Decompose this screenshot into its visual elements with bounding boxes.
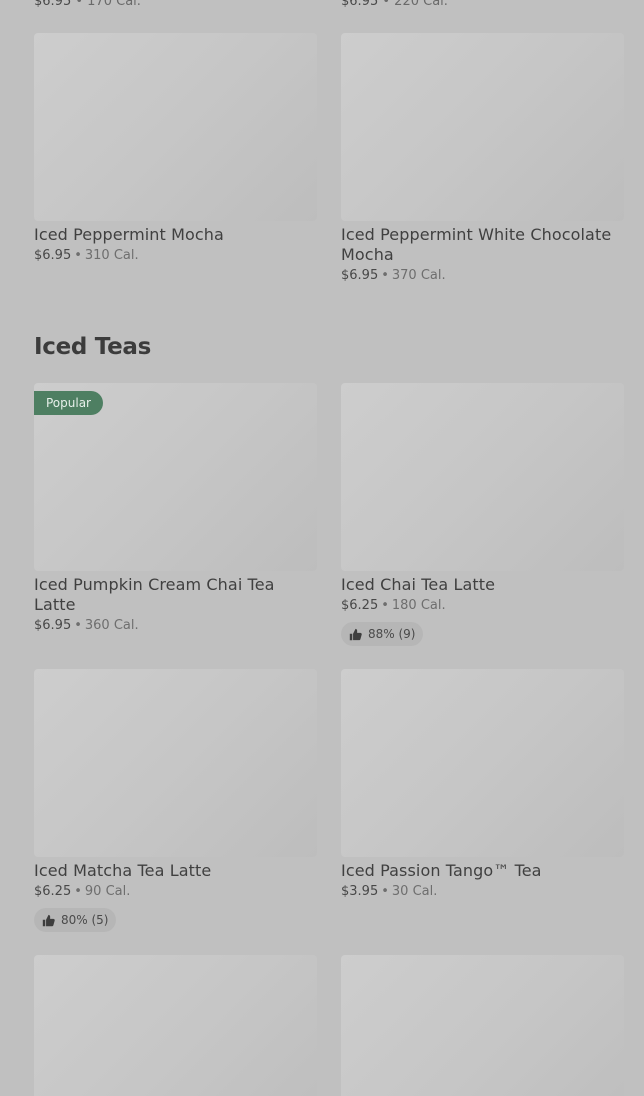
menu-item-meta: $6.95 • 360 Cal. <box>34 617 317 634</box>
item-image[interactable] <box>34 955 317 1096</box>
item-image[interactable] <box>34 669 317 857</box>
item-price: $6.95 <box>34 248 72 263</box>
meta-separator: • <box>381 884 389 899</box>
menu-item-meta: $6.25 • 180 Cal. <box>341 597 624 614</box>
menu-item-meta: $6.95 • 310 Cal. <box>34 247 317 264</box>
menu-item-meta: $3.95 • 30 Cal. <box>341 883 624 900</box>
item-price: $6.25 <box>341 598 379 613</box>
meta-separator: • <box>382 0 391 9</box>
rating-pill: 88% (9) <box>341 622 424 646</box>
meta-separator: • <box>381 598 389 613</box>
item-image[interactable] <box>34 33 317 221</box>
item-calories: 30 Cal. <box>391 884 438 899</box>
meta-separator: • <box>381 268 389 283</box>
item-name[interactable]: Iced Pumpkin Cream Chai Tea Latte <box>34 575 317 615</box>
item-calories: 90 Cal. <box>84 884 131 899</box>
item-name[interactable]: Iced Chai Tea Latte <box>341 575 624 595</box>
menu-page: $6.95 • 170 Cal. $6.95 • 220 Cal. Iced P… <box>0 0 644 1096</box>
item-name[interactable]: Iced Matcha Tea Latte <box>34 861 317 881</box>
item-price: $6.95 <box>341 268 379 283</box>
item-image[interactable] <box>341 383 624 571</box>
item-name[interactable]: Iced Peppermint Mocha <box>34 225 317 245</box>
item-calories: 180 Cal. <box>391 598 446 613</box>
menu-item-meta: $6.95 • 220 Cal. <box>341 0 448 9</box>
menu-item-card[interactable]: Popular Iced Pumpkin Cream Chai Tea Latt… <box>34 383 317 634</box>
menu-item-meta: $6.95 • 170 Cal. <box>34 0 141 9</box>
meta-separator: • <box>74 248 82 263</box>
menu-item-card[interactable]: Iced Chai Tea Latte $6.25 • 180 Cal. 88% (… <box>341 383 624 646</box>
menu-item-card[interactable] <box>341 955 624 1096</box>
item-price: $6.95 <box>34 618 72 633</box>
menu-item-card[interactable]: Iced Peppermint Mocha $6.95 • 310 Cal. <box>34 33 317 264</box>
item-price: $6.95 <box>341 0 379 9</box>
menu-item-meta: $6.25 • 90 Cal. <box>34 883 317 900</box>
item-name[interactable]: Iced Peppermint White Chocolate Mocha <box>341 225 624 265</box>
rating-pill: 80% (5) <box>34 908 117 932</box>
item-calories: 360 Cal. <box>84 618 139 633</box>
rating-text: 80% (5) <box>61 913 109 927</box>
meta-separator: • <box>75 0 84 9</box>
item-name[interactable]: Iced Passion Tango™ Tea <box>341 861 624 881</box>
item-image[interactable] <box>341 33 624 221</box>
thumbs-up-icon <box>42 914 55 926</box>
menu-item-meta: $6.95 • 370 Cal. <box>341 267 624 284</box>
item-calories: 170 Cal. <box>87 0 141 9</box>
item-price: $6.95 <box>34 0 72 9</box>
menu-item-card[interactable]: Iced Matcha Tea Latte $6.25 • 90 Cal. 80% … <box>34 669 317 932</box>
rating-text: 88% (9) <box>368 627 416 641</box>
item-image[interactable]: Popular <box>34 383 317 571</box>
item-image[interactable] <box>341 669 624 857</box>
menu-item-card[interactable]: Iced Passion Tango™ Tea $3.95 • 30 Cal. <box>341 669 624 900</box>
item-price: $6.25 <box>34 884 72 899</box>
item-calories: 370 Cal. <box>391 268 446 283</box>
popular-badge: Popular <box>34 391 103 415</box>
thumbs-up-icon <box>349 628 362 640</box>
item-calories: 310 Cal. <box>84 248 139 263</box>
meta-separator: • <box>74 884 82 899</box>
meta-separator: • <box>74 618 82 633</box>
menu-item-card[interactable] <box>34 955 317 1096</box>
section-title: Iced Teas <box>34 334 152 360</box>
menu-item-card[interactable]: Iced Peppermint White Chocolate Mocha $6… <box>341 33 624 284</box>
item-calories: 220 Cal. <box>394 0 448 9</box>
item-image[interactable] <box>341 955 624 1096</box>
item-price: $3.95 <box>341 884 379 899</box>
